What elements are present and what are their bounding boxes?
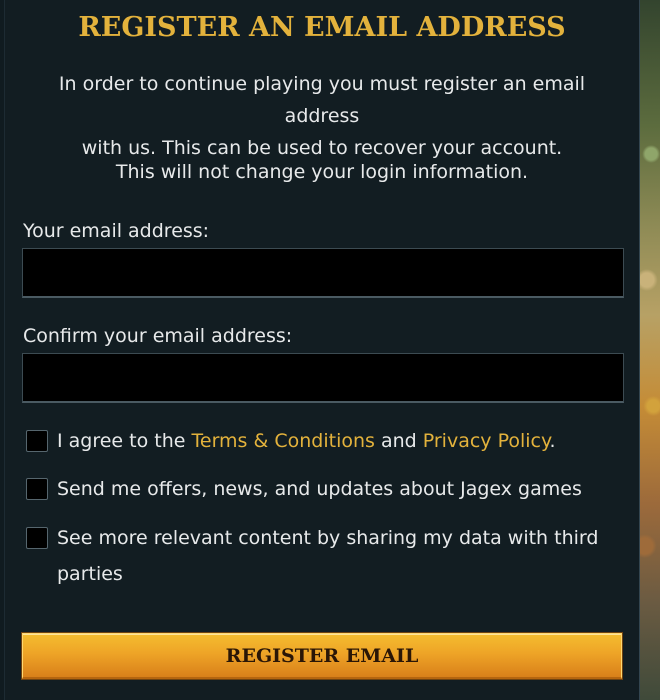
share-data-checkbox-row: See more relevant content by sharing my …: [22, 526, 599, 592]
share-data-label: See more relevant content by sharing my …: [57, 527, 599, 585]
intro-line-2: with us. This can be used to recover you…: [81, 137, 563, 159]
register-email-panel: REGISTER AN EMAIL ADDRESS In order to co…: [4, 0, 640, 700]
confirm-email-label: Confirm your email address:: [23, 325, 293, 347]
offers-checkbox-row: Send me offers, news, and updates about …: [22, 477, 609, 507]
agree-prefix: I agree to the: [57, 430, 192, 452]
share-data-checkbox[interactable]: [26, 527, 48, 549]
email-label: Your email address:: [23, 220, 210, 242]
page: REGISTER AN EMAIL ADDRESS In order to co…: [0, 0, 660, 700]
offers-label: Send me offers, news, and updates about …: [57, 478, 582, 500]
intro-text: In order to continue playing you must re…: [25, 68, 619, 164]
page-title: REGISTER AN EMAIL ADDRESS: [78, 12, 566, 43]
agree-middle: and: [374, 430, 423, 452]
login-notice: This will not change your login informat…: [115, 161, 529, 183]
privacy-policy-link[interactable]: Privacy Policy: [423, 430, 550, 452]
offers-checkbox[interactable]: [26, 478, 48, 500]
terms-checkbox[interactable]: [26, 430, 48, 452]
terms-conditions-link[interactable]: Terms & Conditions: [192, 430, 375, 452]
agree-suffix: .: [549, 430, 556, 452]
terms-checkbox-row: I agree to the Terms & Conditions and Pr…: [22, 429, 609, 459]
terms-agreement-text: I agree to the Terms & Conditions and Pr…: [57, 423, 556, 459]
background-artwork: [638, 0, 660, 700]
intro-line-1: In order to continue playing you must re…: [58, 73, 586, 127]
confirm-email-field[interactable]: [22, 353, 624, 403]
email-field[interactable]: [22, 248, 624, 298]
register-email-button[interactable]: REGISTER EMAIL: [22, 633, 622, 679]
